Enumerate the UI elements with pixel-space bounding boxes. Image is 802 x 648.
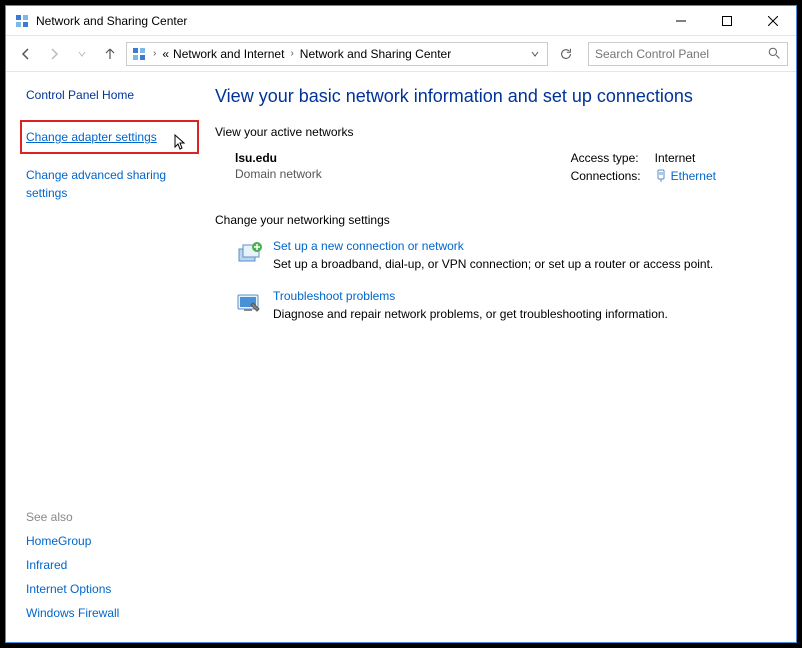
chevron-right-icon: ›: [151, 48, 158, 59]
change-settings-heading: Change your networking settings: [215, 213, 776, 227]
breadcrumb-prefix: «: [162, 47, 169, 61]
setup-connection-desc: Set up a broadband, dial-up, or VPN conn…: [273, 257, 713, 271]
see-also-homegroup[interactable]: HomeGroup: [26, 534, 189, 548]
window-frame: Network and Sharing Center › « Network a…: [5, 5, 797, 643]
chevron-down-icon[interactable]: [527, 50, 543, 58]
network-type: Domain network: [235, 167, 322, 181]
titlebar: Network and Sharing Center: [6, 6, 796, 36]
ethernet-icon: [655, 169, 667, 183]
back-button[interactable]: [14, 42, 38, 66]
network-info: Access type: Internet Connections: Ether…: [571, 151, 776, 183]
refresh-button[interactable]: [554, 42, 578, 66]
troubleshoot-icon: [235, 289, 263, 317]
forward-button[interactable]: [42, 42, 66, 66]
active-network-row: lsu.edu Domain network Access type: Inte…: [215, 151, 776, 183]
active-networks-heading: View your active networks: [215, 125, 776, 139]
close-button[interactable]: [750, 6, 796, 36]
main-content: View your basic network information and …: [201, 72, 796, 642]
setup-connection-option: Set up a new connection or network Set u…: [215, 239, 776, 271]
connection-value: Ethernet: [671, 169, 716, 183]
troubleshoot-desc: Diagnose and repair network problems, or…: [273, 307, 668, 321]
sidebar-link-label: Change adapter settings: [26, 130, 157, 144]
troubleshoot-option: Troubleshoot problems Diagnose and repai…: [215, 289, 776, 321]
search-box[interactable]: [588, 42, 788, 66]
breadcrumb-item[interactable]: Network and Sharing Center: [300, 47, 451, 61]
setup-connection-link[interactable]: Set up a new connection or network: [273, 239, 713, 253]
sidebar: Control Panel Home Change adapter settin…: [6, 72, 201, 642]
change-adapter-settings-link[interactable]: Change adapter settings: [20, 120, 199, 154]
network-identity: lsu.edu Domain network: [235, 151, 322, 183]
see-also-label: See also: [26, 510, 189, 524]
breadcrumb-icon: [131, 46, 147, 62]
control-panel-home-link[interactable]: Control Panel Home: [26, 88, 189, 102]
see-also-internet-options[interactable]: Internet Options: [26, 582, 189, 596]
troubleshoot-link[interactable]: Troubleshoot problems: [273, 289, 668, 303]
see-also-windows-firewall[interactable]: Windows Firewall: [26, 606, 189, 620]
access-type-value: Internet: [655, 151, 716, 165]
access-type-label: Access type:: [571, 151, 641, 165]
search-icon[interactable]: [768, 47, 781, 60]
cursor-icon: [173, 134, 187, 152]
page-heading: View your basic network information and …: [215, 86, 776, 107]
window-title: Network and Sharing Center: [36, 14, 187, 28]
breadcrumb-item[interactable]: Network and Internet: [173, 47, 284, 61]
app-icon: [14, 13, 30, 29]
change-advanced-sharing-link[interactable]: Change advanced sharing settings: [26, 166, 189, 202]
search-input[interactable]: [595, 47, 768, 61]
new-connection-icon: [235, 239, 263, 267]
minimize-button[interactable]: [658, 6, 704, 36]
connection-link[interactable]: Ethernet: [655, 169, 716, 183]
network-name: lsu.edu: [235, 151, 322, 165]
toolbar: › « Network and Internet › Network and S…: [6, 36, 796, 72]
see-also-infrared[interactable]: Infrared: [26, 558, 189, 572]
chevron-right-icon: ›: [288, 48, 295, 59]
connections-label: Connections:: [571, 169, 641, 183]
breadcrumb[interactable]: › « Network and Internet › Network and S…: [126, 42, 548, 66]
up-button[interactable]: [98, 42, 122, 66]
maximize-button[interactable]: [704, 6, 750, 36]
recent-dropdown-icon[interactable]: [70, 42, 94, 66]
